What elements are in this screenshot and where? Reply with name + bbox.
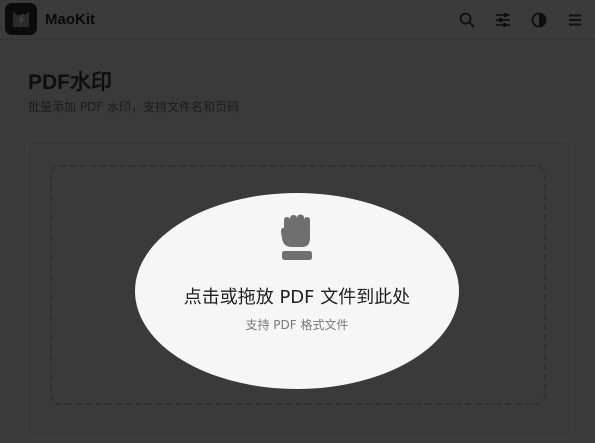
logo-icon[interactable] [5, 3, 37, 35]
fist-icon [281, 214, 312, 260]
page-subtitle: 批量添加 PDF 水印，支持文件名和页码 [28, 100, 240, 114]
sliders-icon[interactable] [494, 11, 512, 29]
theme-toggle-icon[interactable] [530, 11, 548, 29]
dropzone-title: 点击或拖放 PDF 文件到此处 [183, 287, 411, 308]
menu-icon[interactable] [566, 11, 584, 29]
app-header: MaoKit [0, 0, 595, 40]
dropzone-hint: 支持 PDF 格式文件 [245, 318, 349, 332]
search-icon[interactable] [458, 11, 476, 29]
brand-name[interactable]: MaoKit [45, 11, 95, 28]
page-title: PDF水印 [28, 71, 112, 94]
